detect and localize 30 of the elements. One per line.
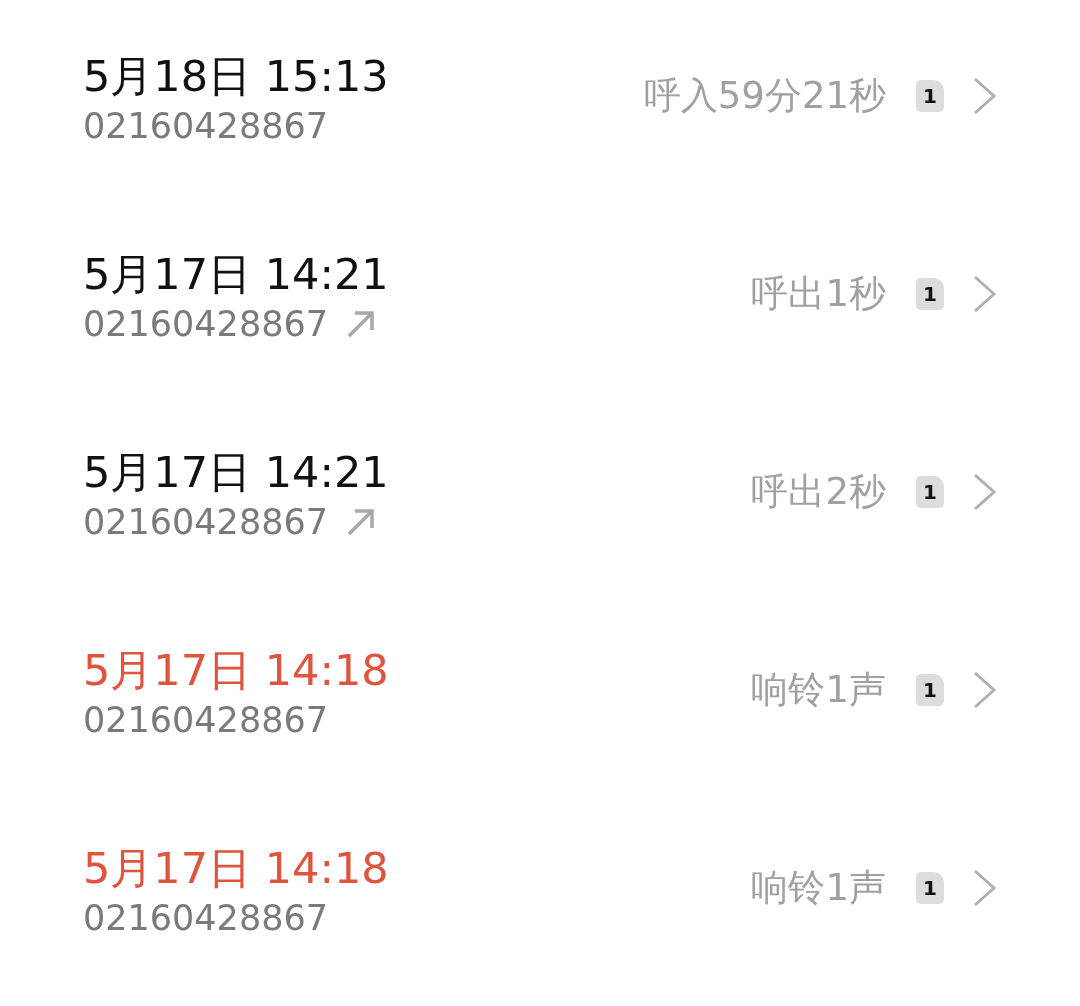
call-log-row[interactable]: 5月17日 14:18 02160428867 响铃1声 1: [0, 594, 1080, 792]
call-time: 5月18日 15:13: [83, 50, 389, 103]
call-detail: 响铃1声: [751, 667, 886, 713]
call-detail: 呼出1秒: [751, 271, 886, 317]
call-log-row[interactable]: 5月18日 15:13 02160428867 呼入59分21秒 1: [0, 0, 1080, 198]
call-log-row[interactable]: 5月17日 14:21 02160428867 呼出1秒 1: [0, 198, 1080, 396]
phone-number: 02160428867: [83, 699, 328, 742]
call-detail: 呼出2秒: [751, 469, 886, 515]
call-time: 5月17日 14:18: [83, 842, 389, 895]
call-time: 5月17日 14:21: [83, 248, 389, 301]
phone-number: 02160428867: [83, 105, 328, 148]
sim-card-badge: 1: [916, 872, 944, 904]
call-time: 5月17日 14:18: [83, 644, 389, 697]
call-detail: 响铃1声: [751, 865, 886, 911]
chevron-right-icon: [972, 76, 998, 116]
sim-card-badge: 1: [916, 476, 944, 508]
call-log-row[interactable]: 5月17日 14:21 02160428867 呼出2秒 1: [0, 396, 1080, 594]
call-detail: 呼入59分21秒: [643, 73, 886, 119]
chevron-right-icon: [972, 868, 998, 908]
call-time: 5月17日 14:21: [83, 446, 389, 499]
call-log-row[interactable]: 5月17日 14:18 02160428867 响铃1声 1: [0, 792, 1080, 990]
phone-number: 02160428867: [83, 303, 328, 346]
chevron-right-icon: [972, 472, 998, 512]
phone-number: 02160428867: [83, 501, 328, 544]
phone-number: 02160428867: [83, 897, 328, 940]
sim-card-badge: 1: [916, 80, 944, 112]
sim-card-badge: 1: [916, 278, 944, 310]
sim-card-badge: 1: [916, 674, 944, 706]
chevron-right-icon: [972, 670, 998, 710]
chevron-right-icon: [972, 274, 998, 314]
